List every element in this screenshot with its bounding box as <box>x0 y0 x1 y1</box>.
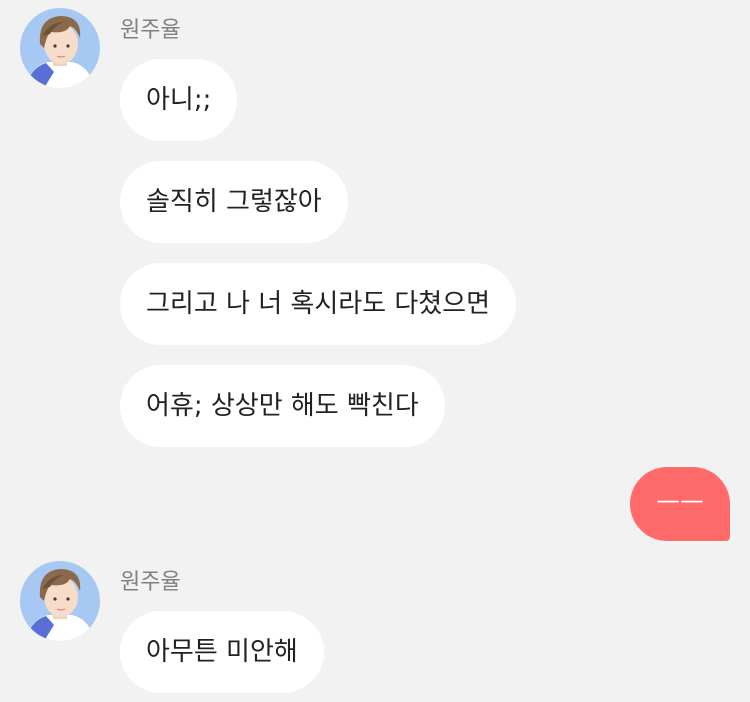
avatar[interactable] <box>20 561 100 641</box>
avatar[interactable] <box>20 8 100 88</box>
sender-name: 원주율 <box>120 18 181 43</box>
message-bubble[interactable]: 아무튼 미안해 <box>120 611 324 693</box>
sender-name: 원주율 <box>120 570 181 595</box>
message-bubble[interactable]: 그리고 나 너 혹시라도 다쳤으면 <box>120 263 517 345</box>
message-bubble[interactable]: 어휴; 상상만 해도 빡친다 <box>120 365 445 447</box>
message-bubble[interactable]: 솔직히 그렇잖아 <box>120 161 348 243</box>
outgoing-message-bubble[interactable]: ㅡㅡ <box>630 467 730 541</box>
avatar-portrait-icon <box>20 561 100 641</box>
message-bubble[interactable]: 아니;; <box>120 59 238 141</box>
avatar-portrait-icon <box>20 8 100 88</box>
